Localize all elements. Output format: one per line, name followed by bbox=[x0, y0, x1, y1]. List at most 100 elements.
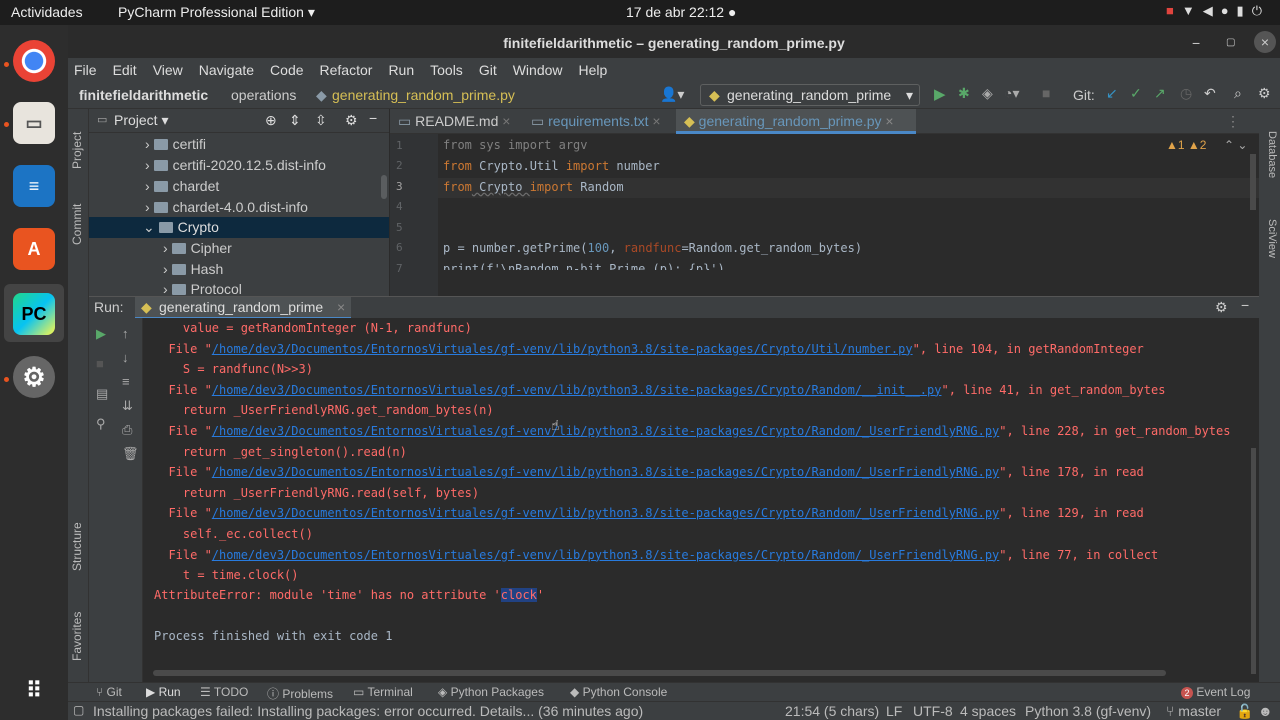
settings-menu-icon[interactable]: ⚙ bbox=[1258, 85, 1271, 102]
coverage-icon[interactable]: ◈ bbox=[982, 85, 993, 102]
breadcrumb-folder[interactable]: operations bbox=[231, 87, 296, 103]
print-icon[interactable]: ⎙ bbox=[122, 422, 132, 438]
menu-refactor[interactable]: Refactor bbox=[320, 62, 373, 78]
tree-item[interactable]: › certifi-2020.12.5.dist-info bbox=[89, 155, 389, 176]
close-icon[interactable]: × bbox=[882, 113, 893, 129]
project-tool-tab[interactable]: Project bbox=[70, 132, 84, 169]
profile-icon[interactable]: ◔▾ bbox=[1004, 85, 1019, 102]
close-window-button[interactable]: × bbox=[1254, 31, 1276, 53]
commit-tool-tab[interactable]: Commit bbox=[70, 204, 84, 245]
file-link[interactable]: /home/dev3/Documentos/EntornosVirtuales/… bbox=[212, 506, 999, 520]
soft-wrap-icon[interactable]: ≡ bbox=[122, 374, 130, 389]
pin-icon[interactable]: ⚲ bbox=[96, 416, 106, 432]
problems-tool-button[interactable]: ⓘ Problems bbox=[267, 685, 333, 702]
menu-edit[interactable]: Edit bbox=[113, 62, 137, 78]
traceback-file-line[interactable]: File "/home/dev3/Documentos/EntornosVirt… bbox=[154, 383, 1165, 397]
tree-item[interactable]: › chardet bbox=[89, 176, 389, 197]
project-view-select[interactable]: Project ▾ bbox=[114, 112, 169, 129]
todo-tool-button[interactable]: ☰ TODO bbox=[200, 685, 248, 699]
inspector-icon[interactable]: ☻ bbox=[1258, 703, 1273, 719]
traceback-file-line[interactable]: File "/home/dev3/Documentos/EntornosVirt… bbox=[154, 342, 1143, 356]
traceback-file-line[interactable]: File "/home/dev3/Documentos/EntornosVirt… bbox=[154, 465, 1143, 479]
event-log-button[interactable]: 2 Event Log bbox=[1181, 685, 1250, 699]
lock-icon[interactable]: 🔓 bbox=[1236, 703, 1253, 720]
menu-help[interactable]: Help bbox=[579, 62, 608, 78]
menu-window[interactable]: Window bbox=[513, 62, 563, 78]
hide-panel-icon[interactable]: − bbox=[1241, 297, 1249, 313]
toggle-tool-windows-icon[interactable]: ▢ bbox=[73, 703, 84, 717]
traceback-file-line[interactable]: File "/home/dev3/Documentos/EntornosVirt… bbox=[154, 424, 1230, 438]
maximize-button[interactable]: ▢ bbox=[1226, 25, 1235, 61]
python-console-tool-button[interactable]: ◆ Python Console bbox=[570, 685, 667, 699]
software-center-icon[interactable]: A bbox=[13, 228, 55, 270]
activities-button[interactable]: Actividades bbox=[11, 4, 83, 20]
breadcrumb-project[interactable]: finitefieldarithmetic bbox=[79, 87, 208, 103]
file-link[interactable]: /home/dev3/Documentos/EntornosVirtuales/… bbox=[212, 424, 999, 438]
minimize-button[interactable]: − bbox=[1192, 25, 1200, 61]
gear-icon[interactable]: ⚙ bbox=[1215, 299, 1228, 316]
menu-tools[interactable]: Tools bbox=[430, 62, 463, 78]
run-tab[interactable]: ◆ generating_random_prime × bbox=[135, 297, 351, 319]
app-menu[interactable]: PyCharm Professional Edition ▾ bbox=[118, 4, 315, 21]
restore-layout-icon[interactable]: ▤ bbox=[96, 386, 108, 402]
caret-position[interactable]: 21:54 (5 chars) bbox=[785, 703, 879, 719]
traceback-file-line[interactable]: File "/home/dev3/Documentos/EntornosVirt… bbox=[154, 506, 1143, 520]
git-update-icon[interactable]: ↙ bbox=[1106, 85, 1118, 102]
rollback-icon[interactable]: ↶ bbox=[1204, 85, 1216, 102]
menu-git[interactable]: Git bbox=[479, 62, 497, 78]
close-icon[interactable]: × bbox=[337, 299, 345, 315]
git-tool-button[interactable]: ⑂ Git bbox=[96, 685, 122, 699]
menu-run[interactable]: Run bbox=[388, 62, 414, 78]
run-icon[interactable]: ▶ bbox=[934, 85, 946, 103]
search-icon[interactable]: ⌕ bbox=[1234, 85, 1242, 102]
terminal-tool-button[interactable]: ▭ Terminal bbox=[353, 685, 413, 699]
show-apps-icon[interactable]: ⠿ bbox=[13, 670, 55, 712]
run-tool-button[interactable]: ▶ Run bbox=[146, 685, 181, 699]
tab-readme[interactable]: ▭ README.md × bbox=[390, 109, 523, 134]
git-push-icon[interactable]: ↗ bbox=[1154, 85, 1166, 102]
chrome-icon[interactable] bbox=[13, 40, 55, 82]
menu-navigate[interactable]: Navigate bbox=[199, 62, 254, 78]
breadcrumb-file[interactable]: generating_random_prime.py bbox=[332, 87, 515, 103]
tree-item[interactable]: › Cipher bbox=[89, 238, 389, 259]
settings-icon[interactable]: ⚙ bbox=[13, 356, 55, 398]
run-console-output[interactable]: value = getRandomInteger (N-1, randfunc)… bbox=[143, 318, 1259, 682]
scroll-to-end-icon[interactable]: ⇊ bbox=[122, 398, 133, 414]
file-link[interactable]: /home/dev3/Documentos/EntornosVirtuales/… bbox=[212, 548, 999, 562]
scrollbar[interactable] bbox=[381, 175, 387, 199]
file-link[interactable]: /home/dev3/Documentos/EntornosVirtuales/… bbox=[212, 383, 942, 397]
inspection-nav[interactable]: ⌃ ⌄ bbox=[1224, 138, 1247, 152]
history-icon[interactable]: ◷ bbox=[1180, 85, 1192, 102]
tab-generating-random-prime[interactable]: ◆ generating_random_prime.py × bbox=[676, 109, 916, 134]
file-link[interactable]: /home/dev3/Documentos/EntornosVirtuales/… bbox=[212, 342, 913, 356]
editor-scrollbar[interactable] bbox=[1250, 154, 1256, 210]
up-arrow-icon[interactable]: ↑ bbox=[122, 326, 129, 341]
expand-all-icon[interactable]: ⇕ bbox=[289, 112, 301, 129]
tree-item[interactable]: › Protocol bbox=[89, 279, 389, 296]
files-icon[interactable]: ▭ bbox=[13, 102, 55, 144]
pycharm-icon[interactable]: PC bbox=[13, 293, 55, 335]
tab-requirements[interactable]: ▭ requirements.txt × bbox=[523, 109, 673, 134]
menu-view[interactable]: View bbox=[153, 62, 183, 78]
hide-panel-icon[interactable]: − bbox=[369, 110, 377, 126]
tabs-menu-icon[interactable]: ⋮ bbox=[1226, 113, 1240, 130]
database-tool-tab[interactable]: Database bbox=[1266, 131, 1278, 178]
console-vertical-scrollbar[interactable] bbox=[1251, 448, 1256, 674]
run-configuration-select[interactable]: ◆ generating_random_prime ▾ bbox=[700, 84, 920, 106]
status-message[interactable]: Installing packages failed: Installing p… bbox=[93, 703, 643, 719]
file-encoding[interactable]: UTF-8 bbox=[913, 703, 953, 719]
code-editor[interactable]: 1 2 3 4 5 6 7 from sys import argv from … bbox=[390, 134, 1259, 296]
tree-item-selected[interactable]: ⌄ Crypto bbox=[89, 217, 389, 238]
writer-icon[interactable]: ≡ bbox=[13, 165, 55, 207]
tree-item[interactable]: › chardet-4.0.0.dist-info bbox=[89, 197, 389, 218]
indentation[interactable]: 4 spaces bbox=[960, 703, 1016, 719]
line-separator[interactable]: LF bbox=[886, 703, 902, 719]
sciview-tool-tab[interactable]: SciView bbox=[1266, 219, 1278, 258]
down-arrow-icon[interactable]: ↓ bbox=[122, 350, 129, 365]
close-icon[interactable]: × bbox=[498, 113, 510, 129]
inspection-widget[interactable]: ▲1 ▲2 bbox=[1166, 138, 1206, 152]
python-interpreter[interactable]: Python 3.8 (gf-venv) bbox=[1025, 703, 1151, 719]
traceback-file-line[interactable]: File "/home/dev3/Documentos/EntornosVirt… bbox=[154, 548, 1158, 562]
favorites-tool-tab[interactable]: Favorites bbox=[70, 612, 84, 661]
user-icon[interactable]: 👤▾ bbox=[660, 86, 684, 103]
